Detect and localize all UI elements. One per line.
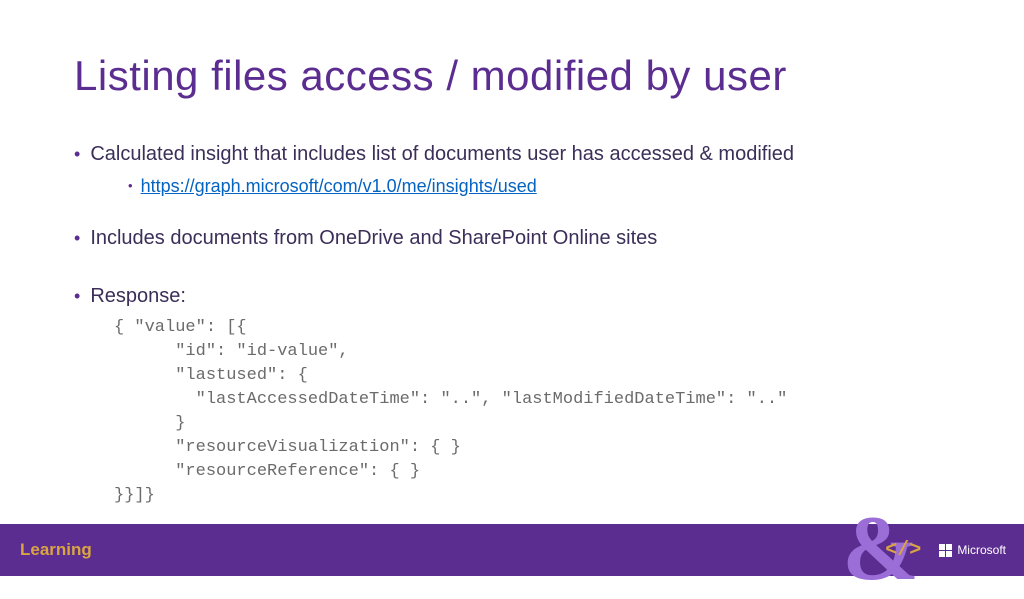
slide-content: • Calculated insight that includes list … [74,140,964,508]
footer-learning-label: Learning [20,540,92,560]
bullet-item-3: • Response: [74,282,964,310]
api-link[interactable]: https://graph.microsoft/com/v1.0/me/insi… [141,174,537,198]
bullet-item-1: • Calculated insight that includes list … [74,140,964,168]
bullet-dot-icon: • [74,282,80,310]
bullet-dot-icon: • [128,174,133,198]
slide-title: Listing files access / modified by user [74,52,787,100]
bullet-dot-icon: • [74,140,80,168]
microsoft-text: Microsoft [957,543,1006,557]
microsoft-logo: Microsoft [939,543,1006,557]
bullet-dot-icon: • [74,224,80,252]
response-code-block: { "value": [{ "id": "id-value", "lastuse… [114,316,964,508]
bullet-text-1: Calculated insight that includes list of… [90,140,794,168]
microsoft-squares-icon [939,544,952,557]
code-icon: </> [885,539,921,562]
bullet-text-2: Includes documents from OneDrive and Sha… [90,224,657,252]
slide: Listing files access / modified by user … [0,0,1024,576]
sub-bullet-link: • https://graph.microsoft/com/v1.0/me/in… [128,174,964,198]
bullet-text-3: Response: [90,282,186,310]
bullet-item-2: • Includes documents from OneDrive and S… [74,224,964,252]
